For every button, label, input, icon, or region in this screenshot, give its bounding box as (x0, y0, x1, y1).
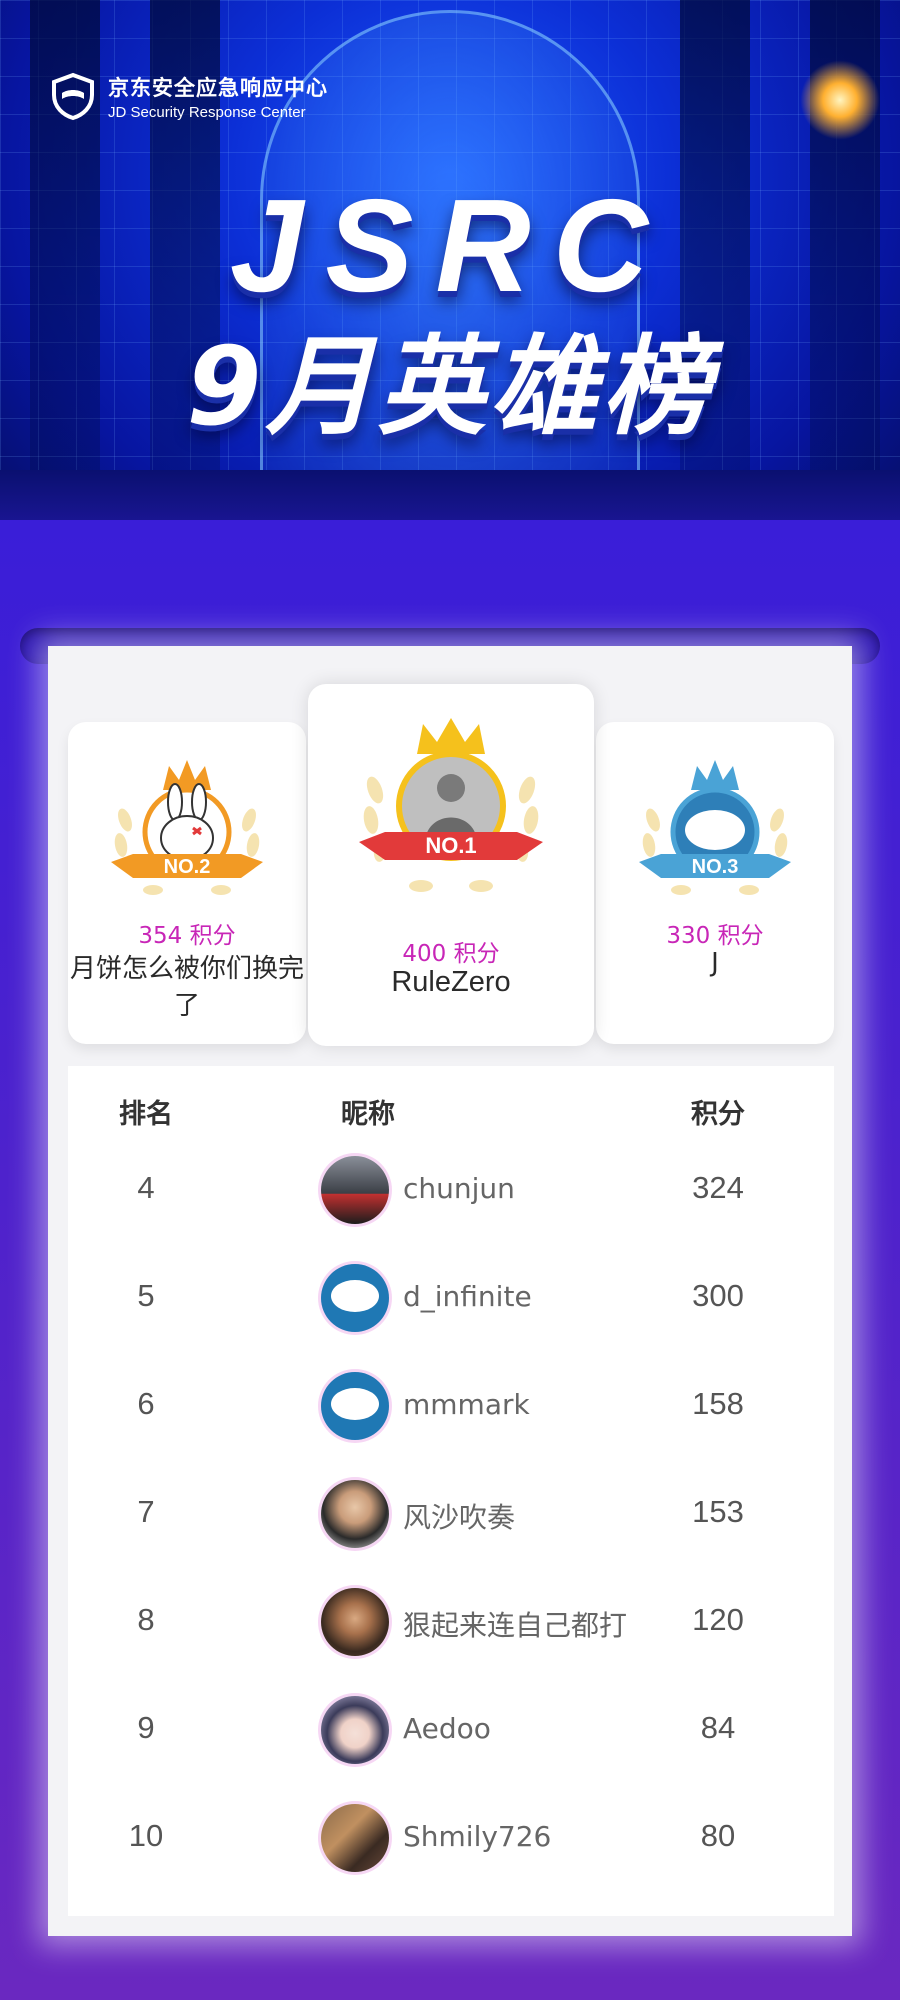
table-row: 4 chunjun 324 (68, 1154, 834, 1226)
row-rank: 4 (137, 1170, 155, 1205)
light-flare (800, 60, 880, 140)
rank-3-card: NO.3 330 积分 J (596, 722, 834, 1044)
table-row: 5 d_infinite 300 (68, 1262, 834, 1334)
row-nickname: 狠起来连自己都打 (403, 1609, 628, 1642)
rank-1-name: RuleZero (391, 966, 511, 998)
table-row: 9 Aedoo 84 (68, 1694, 834, 1766)
anime-avatar (321, 1696, 389, 1764)
table-row: 8 狠起来连自己都打 120 (68, 1586, 834, 1658)
default-avatar (321, 1372, 389, 1440)
row-score: 300 (692, 1278, 744, 1313)
brand-name-cn: 京东安全应急响应中心 (108, 75, 328, 100)
header-rank: 排名 (119, 1099, 173, 1130)
shield-icon (52, 72, 94, 121)
row-rank: 6 (137, 1386, 155, 1421)
row-nickname: d_infinite (403, 1280, 532, 1313)
ranking-table: 排名 昵称 积分 4 chunjun 324 5 d_infinite 300 … (68, 1066, 834, 1916)
headline-hero-board: 9月英雄榜 (186, 325, 714, 450)
row-nickname: Shmily726 (403, 1820, 552, 1853)
default-avatar-shape (685, 810, 745, 850)
row-rank: 10 (128, 1818, 164, 1853)
table-row: 7 风沙吹奏 153 (68, 1478, 834, 1550)
row-score: 84 (700, 1710, 736, 1745)
row-nickname: mmmark (403, 1388, 530, 1421)
row-rank: 9 (137, 1710, 155, 1745)
header-score: 积分 (691, 1099, 745, 1130)
table-header: 排名 昵称 积分 (68, 1092, 834, 1132)
row-rank: 5 (137, 1278, 155, 1313)
rank-2-card: NO.2 354 积分 月饼怎么被你们换完了 (68, 722, 306, 1044)
car-avatar (321, 1156, 389, 1224)
row-score: 153 (692, 1494, 744, 1529)
row-nickname: Aedoo (403, 1712, 491, 1745)
row-rank: 8 (137, 1602, 155, 1637)
top3-podium: NO.2 354 积分 月饼怎么被你们换完了 NO.1 400 积分 RuleZ… (68, 684, 834, 1046)
row-score: 120 (692, 1602, 744, 1637)
rank-1-card: NO.1 400 积分 RuleZero (308, 684, 594, 1046)
svg-text:NO.2: NO.2 (164, 856, 211, 878)
rank-3-score: 330 积分 (666, 923, 764, 949)
person-avatar (321, 1480, 389, 1548)
bronze-medal-badge: NO.3 (639, 760, 791, 895)
row-score: 324 (692, 1170, 744, 1205)
rank-2-name: 月饼怎么被你们换完了 (69, 954, 304, 1021)
svg-text:NO.1: NO.1 (425, 833, 476, 858)
row-rank: 7 (137, 1494, 155, 1529)
photo-avatar (321, 1804, 389, 1872)
svg-text:NO.3: NO.3 (692, 856, 739, 878)
rank-1-score: 400 积分 (402, 941, 500, 967)
row-score: 158 (692, 1386, 744, 1421)
jd-logo: 京东安全应急响应中心 JD Security Response Center (48, 70, 328, 122)
default-avatar (321, 1264, 389, 1332)
gold-medal-badge: NO.1 (359, 718, 543, 892)
rank-2-score: 354 积分 (138, 923, 236, 949)
row-nickname: 风沙吹奏 (403, 1501, 516, 1534)
header-nickname: 昵称 (341, 1099, 395, 1130)
person-avatar (321, 1588, 389, 1656)
headline-jsrc: JSRC (229, 172, 671, 319)
brand-name-en: JD Security Response Center (108, 103, 306, 121)
row-nickname: chunjun (403, 1172, 515, 1205)
table-row: 6 mmmark 158 (68, 1370, 834, 1442)
row-score: 80 (700, 1818, 736, 1853)
rank-3-name: J (711, 948, 719, 978)
table-row: 10 Shmily726 80 (68, 1802, 834, 1874)
silver-medal-badge: NO.2 (111, 760, 263, 895)
